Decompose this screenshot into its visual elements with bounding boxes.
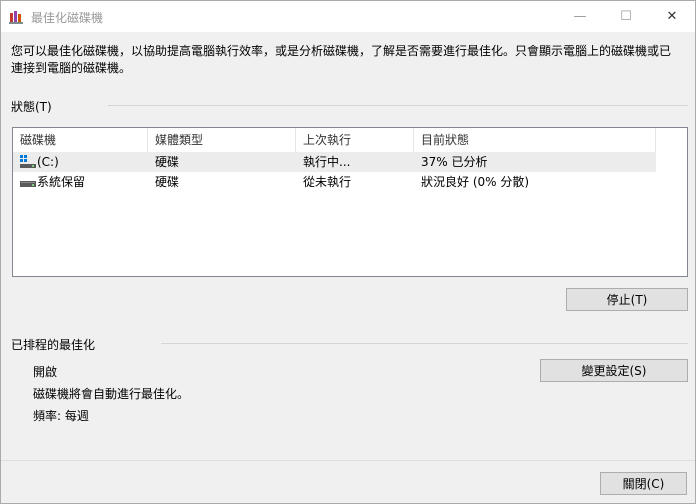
scheduled-heading: 已排程的最佳化 (11, 338, 96, 352)
schedule-frequency: 頻率: 每週 (33, 409, 89, 423)
scheduled-divider (161, 343, 688, 344)
drive-last-run: 執行中... (303, 155, 351, 169)
drive-row[interactable]: (C:) 硬碟 執行中... 37% 已分析 (13, 152, 656, 172)
window-title: 最佳化磁碟機 (31, 11, 104, 25)
drive-current-status: 狀況良好 (0% 分散) (421, 175, 530, 189)
drive-row[interactable]: 系統保留 硬碟 從未執行 狀況良好 (0% 分散) (13, 172, 656, 192)
schedule-state: 開啟 (33, 365, 58, 379)
optimize-drives-window: 最佳化磁碟機 — ☐ ✕ 您可以最佳化磁碟機，以協助提高電腦執行效率，或是分析磁… (0, 0, 696, 504)
schedule-note: 磁碟機將會自動進行最佳化。 (33, 387, 190, 401)
status-heading: 狀態(T) (11, 100, 52, 114)
windows-drive-icon (20, 155, 36, 168)
drive-current-status: 37% 已分析 (421, 155, 488, 169)
hard-drive-icon (20, 181, 36, 187)
change-settings-button[interactable]: 變更設定(S) (540, 359, 688, 382)
drive-name: 系統保留 (37, 175, 86, 189)
column-header-drive[interactable]: 磁碟機 (13, 128, 148, 152)
column-header-media-type[interactable]: 媒體類型 (148, 128, 296, 152)
description-text: 您可以最佳化磁碟機，以協助提高電腦執行效率，或是分析磁碟機，了解是否需要進行最佳… (11, 44, 672, 75)
maximize-button[interactable]: ☐ (603, 1, 649, 32)
app-icon (9, 11, 23, 24)
column-header-last-run[interactable]: 上次執行 (296, 128, 414, 152)
drive-name: (C:) (37, 155, 59, 169)
drive-list-header: 磁碟機 媒體類型 上次執行 目前狀態 (13, 128, 656, 152)
minimize-button[interactable]: — (557, 1, 603, 32)
status-divider (108, 105, 688, 106)
column-header-current-status[interactable]: 目前狀態 (414, 128, 656, 152)
footer-bar (1, 460, 695, 503)
close-button[interactable]: 關閉(C) (600, 472, 687, 495)
close-window-button[interactable]: ✕ (649, 1, 695, 32)
drive-list[interactable]: 磁碟機 媒體類型 上次執行 目前狀態 (C:) 硬碟 執行中... 37% 已分… (12, 127, 688, 277)
title-bar[interactable]: 最佳化磁碟機 — ☐ ✕ (1, 1, 695, 32)
stop-button[interactable]: 停止(T) (566, 288, 688, 311)
drive-media-type: 硬碟 (155, 155, 180, 169)
drive-last-run: 從未執行 (303, 175, 352, 189)
drive-media-type: 硬碟 (155, 175, 180, 189)
